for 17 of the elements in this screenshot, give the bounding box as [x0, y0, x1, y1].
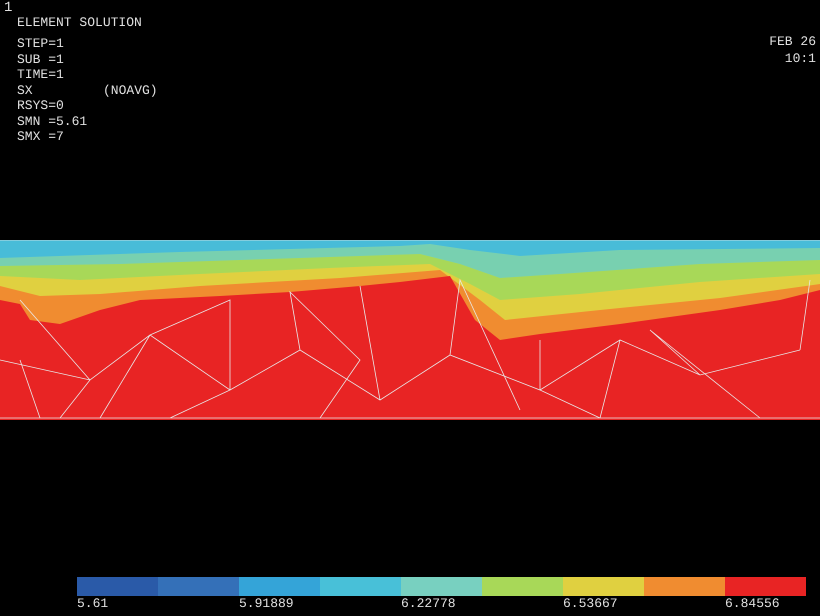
result-label: SMX =7 — [17, 129, 65, 144]
result-label: SUB =1 — [17, 52, 65, 67]
result-note: (NOAVG) — [103, 82, 158, 98]
legend-value: 6.84556 — [725, 597, 781, 611]
date-label: FEB 26 — [769, 33, 817, 50]
result-label: SMN =5.61 — [17, 114, 88, 129]
window-number: 1 — [4, 0, 14, 15]
result-label: TIME=1 — [17, 67, 65, 82]
legend-value: 5.91889 — [239, 597, 295, 611]
result-label: STEP=1 — [17, 36, 65, 52]
result-label: RSYS=0 — [17, 98, 65, 114]
legend-value: 6.22778 — [401, 597, 457, 611]
legend-value: 6.53667 — [563, 597, 619, 611]
time-label: 10:1 — [784, 50, 817, 67]
result-label: SX — [17, 82, 34, 98]
plot-title: ELEMENT SOLUTION — [16, 15, 143, 31]
legend-value: 5.61 — [77, 597, 110, 611]
